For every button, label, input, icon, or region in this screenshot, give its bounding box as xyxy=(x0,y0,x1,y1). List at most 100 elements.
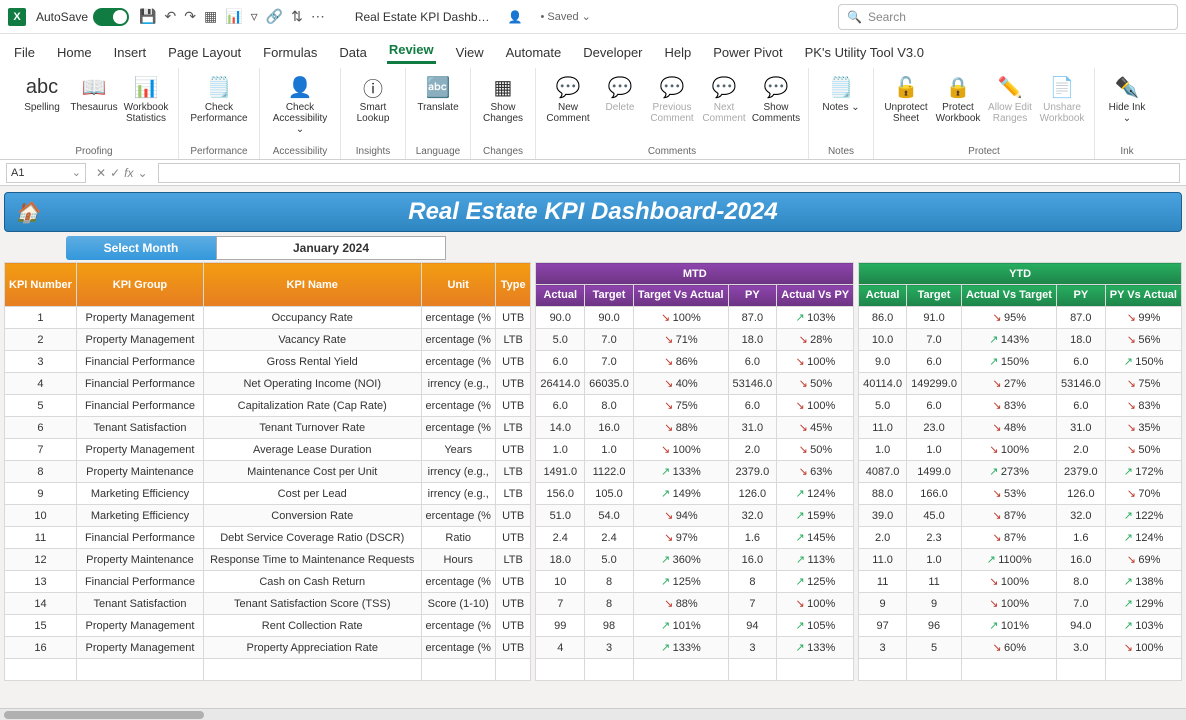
table-row[interactable]: 88.0166.0↘53%126.0↘70% xyxy=(859,483,1182,505)
cancel-icon[interactable]: ✕ xyxy=(96,166,106,180)
table-row[interactable]: 11.023.0↘48%31.0↘35% xyxy=(859,417,1182,439)
formula-input[interactable] xyxy=(158,163,1180,183)
table-row[interactable]: 2.02.3↘87%1.6↗124% xyxy=(859,527,1182,549)
ribbon-btn-check-accessibility-[interactable]: 👤Check Accessibility ⌄ xyxy=(268,72,332,137)
table-row[interactable]: 108↗125%8↗125% xyxy=(536,571,854,593)
ribbon-btn-show-changes[interactable]: ▦Show Changes xyxy=(479,72,527,126)
table-row[interactable]: 5.06.0↘83%6.0↘83% xyxy=(859,395,1182,417)
table-row[interactable] xyxy=(5,659,531,681)
ribbon-btn-next-comment[interactable]: 💬Next Comment xyxy=(700,72,748,126)
ribbon-btn-unshare-workbook[interactable]: 📄Unshare Workbook xyxy=(1038,72,1086,126)
table-row[interactable]: 35↘60%3.0↘100% xyxy=(859,637,1182,659)
worksheet[interactable]: 🏠 Real Estate KPI Dashboard-2024 Select … xyxy=(0,186,1186,708)
enter-icon[interactable]: ✓ xyxy=(110,166,120,180)
home-icon[interactable]: 🏠 xyxy=(15,200,40,225)
table-row[interactable]: 13Financial PerformanceCash on Cash Retu… xyxy=(5,571,531,593)
more-icon[interactable]: ⋯ xyxy=(311,8,325,25)
table-row[interactable]: 1.01.0↘100%2.0↘50% xyxy=(859,439,1182,461)
ribbon-btn-previous-comment[interactable]: 💬Previous Comment xyxy=(648,72,696,126)
tab-home[interactable]: Home xyxy=(55,41,94,64)
table-row[interactable]: 16Property ManagementProperty Appreciati… xyxy=(5,637,531,659)
ribbon-btn-notes-[interactable]: 🗒️Notes ⌄ xyxy=(817,72,865,115)
tab-power-pivot[interactable]: Power Pivot xyxy=(711,41,784,64)
ribbon-btn-spelling[interactable]: abcSpelling xyxy=(18,72,66,115)
user-icon[interactable]: 👤 xyxy=(508,10,523,24)
table-row[interactable]: 86.091.0↘95%87.0↘99% xyxy=(859,307,1182,329)
table-row[interactable]: 6.08.0↘75%6.0↘100% xyxy=(536,395,854,417)
tab-formulas[interactable]: Formulas xyxy=(261,41,319,64)
table-row[interactable]: 9998↗101%94↗105% xyxy=(536,615,854,637)
table-row[interactable]: 1Property ManagementOccupancy Rateercent… xyxy=(5,307,531,329)
table-row[interactable]: 6.07.0↘86%6.0↘100% xyxy=(536,351,854,373)
ribbon-btn-unprotect-sheet[interactable]: 🔓Unprotect Sheet xyxy=(882,72,930,126)
tab-data[interactable]: Data xyxy=(337,41,368,64)
table-row[interactable]: 2.42.4↘97%1.6↗145% xyxy=(536,527,854,549)
table-row[interactable]: 39.045.0↘87%32.0↗122% xyxy=(859,505,1182,527)
table-row[interactable]: 51.054.0↘94%32.0↗159% xyxy=(536,505,854,527)
month-selector[interactable]: Select Month January 2024 xyxy=(66,236,446,260)
table-row[interactable]: 1491.01122.0↗133%2379.0↘63% xyxy=(536,461,854,483)
tab-page-layout[interactable]: Page Layout xyxy=(166,41,243,64)
ribbon-btn-smart-lookup[interactable]: ⓘSmart Lookup xyxy=(349,72,397,126)
table-row[interactable]: 11.01.0↗1100%16.0↘69% xyxy=(859,549,1182,571)
table-row[interactable]: 10Marketing EfficiencyConversion Rateerc… xyxy=(5,505,531,527)
table-row[interactable]: 90.090.0↘100%87.0↗103% xyxy=(536,307,854,329)
table-row[interactable]: 9796↗101%94.0↗103% xyxy=(859,615,1182,637)
table-row[interactable]: 9Marketing EfficiencyCost per Leadirrenc… xyxy=(5,483,531,505)
fx-icon[interactable]: fx xyxy=(124,166,133,180)
search-input[interactable]: 🔍 Search xyxy=(838,4,1178,30)
tab-automate[interactable]: Automate xyxy=(504,41,564,64)
saved-status[interactable]: • Saved ⌄ xyxy=(541,10,591,23)
tab-file[interactable]: File xyxy=(12,41,37,64)
ribbon-btn-protect-workbook[interactable]: 🔒Protect Workbook xyxy=(934,72,982,126)
grid-icon[interactable]: ▦ xyxy=(204,8,217,25)
table-row[interactable]: 10.07.0↗143%18.0↘56% xyxy=(859,329,1182,351)
toggle-on-icon[interactable] xyxy=(93,8,129,26)
table-row[interactable]: 8Property MaintenanceMaintenance Cost pe… xyxy=(5,461,531,483)
table-row[interactable]: 12Property MaintenanceResponse Time to M… xyxy=(5,549,531,571)
share-icon[interactable]: 🔗 xyxy=(266,8,283,25)
table-row[interactable]: 7Property ManagementAverage Lease Durati… xyxy=(5,439,531,461)
tab-help[interactable]: Help xyxy=(663,41,694,64)
table-row[interactable]: 26414.066035.0↘40%53146.0↘50% xyxy=(536,373,854,395)
table-row[interactable]: 1111↘100%8.0↗138% xyxy=(859,571,1182,593)
table-row[interactable]: 78↘88%7↘100% xyxy=(536,593,854,615)
tab-view[interactable]: View xyxy=(454,41,486,64)
sort-icon[interactable]: ⇅ xyxy=(291,8,303,25)
table-row[interactable]: 156.0105.0↗149%126.0↗124% xyxy=(536,483,854,505)
chart-icon[interactable]: 📊 xyxy=(225,8,242,25)
save-icon[interactable]: 💾 xyxy=(139,8,156,25)
name-box[interactable]: A1⌄ xyxy=(6,163,86,183)
undo-icon[interactable]: ↶ xyxy=(164,8,176,25)
ribbon-btn-allow-edit-ranges[interactable]: ✏️Allow Edit Ranges xyxy=(986,72,1034,126)
table-row[interactable]: 99↘100%7.0↗129% xyxy=(859,593,1182,615)
table-row[interactable]: 4Financial PerformanceNet Operating Inco… xyxy=(5,373,531,395)
ribbon-btn-check-performance[interactable]: 🗒️Check Performance xyxy=(187,72,251,126)
table-row[interactable]: 14.016.0↘88%31.0↘45% xyxy=(536,417,854,439)
table-row[interactable] xyxy=(536,659,854,681)
document-title[interactable]: Real Estate KPI Dashb… xyxy=(355,10,490,24)
filter-icon[interactable]: ▿ xyxy=(251,8,258,25)
autosave-toggle[interactable]: AutoSave xyxy=(36,8,129,26)
table-row[interactable]: 3Financial PerformanceGross Rental Yield… xyxy=(5,351,531,373)
redo-icon[interactable]: ↷ xyxy=(184,8,196,25)
ribbon-btn-workbook-statistics[interactable]: 📊Workbook Statistics xyxy=(122,72,170,126)
tab-developer[interactable]: Developer xyxy=(581,41,644,64)
table-row[interactable]: 5Financial PerformanceCapitalization Rat… xyxy=(5,395,531,417)
ribbon-btn-hide-ink-[interactable]: ✒️Hide Ink ⌄ xyxy=(1103,72,1151,126)
table-row[interactable]: 14Tenant SatisfactionTenant Satisfaction… xyxy=(5,593,531,615)
ribbon-btn-translate[interactable]: 🔤Translate xyxy=(414,72,462,115)
table-row[interactable]: 2Property ManagementVacancy Rateercentag… xyxy=(5,329,531,351)
table-row[interactable]: 1.01.0↘100%2.0↘50% xyxy=(536,439,854,461)
ribbon-btn-show-comments[interactable]: 💬Show Comments xyxy=(752,72,800,126)
table-row[interactable]: 6Tenant SatisfactionTenant Turnover Rate… xyxy=(5,417,531,439)
tab-pk-s-utility-tool-v3-0[interactable]: PK's Utility Tool V3.0 xyxy=(803,41,926,64)
select-month-value[interactable]: January 2024 xyxy=(216,236,446,260)
table-row[interactable]: 9.06.0↗150%6.0↗150% xyxy=(859,351,1182,373)
table-row[interactable]: 5.07.0↘71%18.0↘28% xyxy=(536,329,854,351)
table-row[interactable]: 4087.01499.0↗273%2379.0↗172% xyxy=(859,461,1182,483)
ribbon-btn-delete[interactable]: 💬Delete xyxy=(596,72,644,115)
ribbon-btn-thesaurus[interactable]: 📖Thesaurus xyxy=(70,72,118,115)
ribbon-btn-new-comment[interactable]: 💬New Comment xyxy=(544,72,592,126)
table-row[interactable] xyxy=(859,659,1182,681)
